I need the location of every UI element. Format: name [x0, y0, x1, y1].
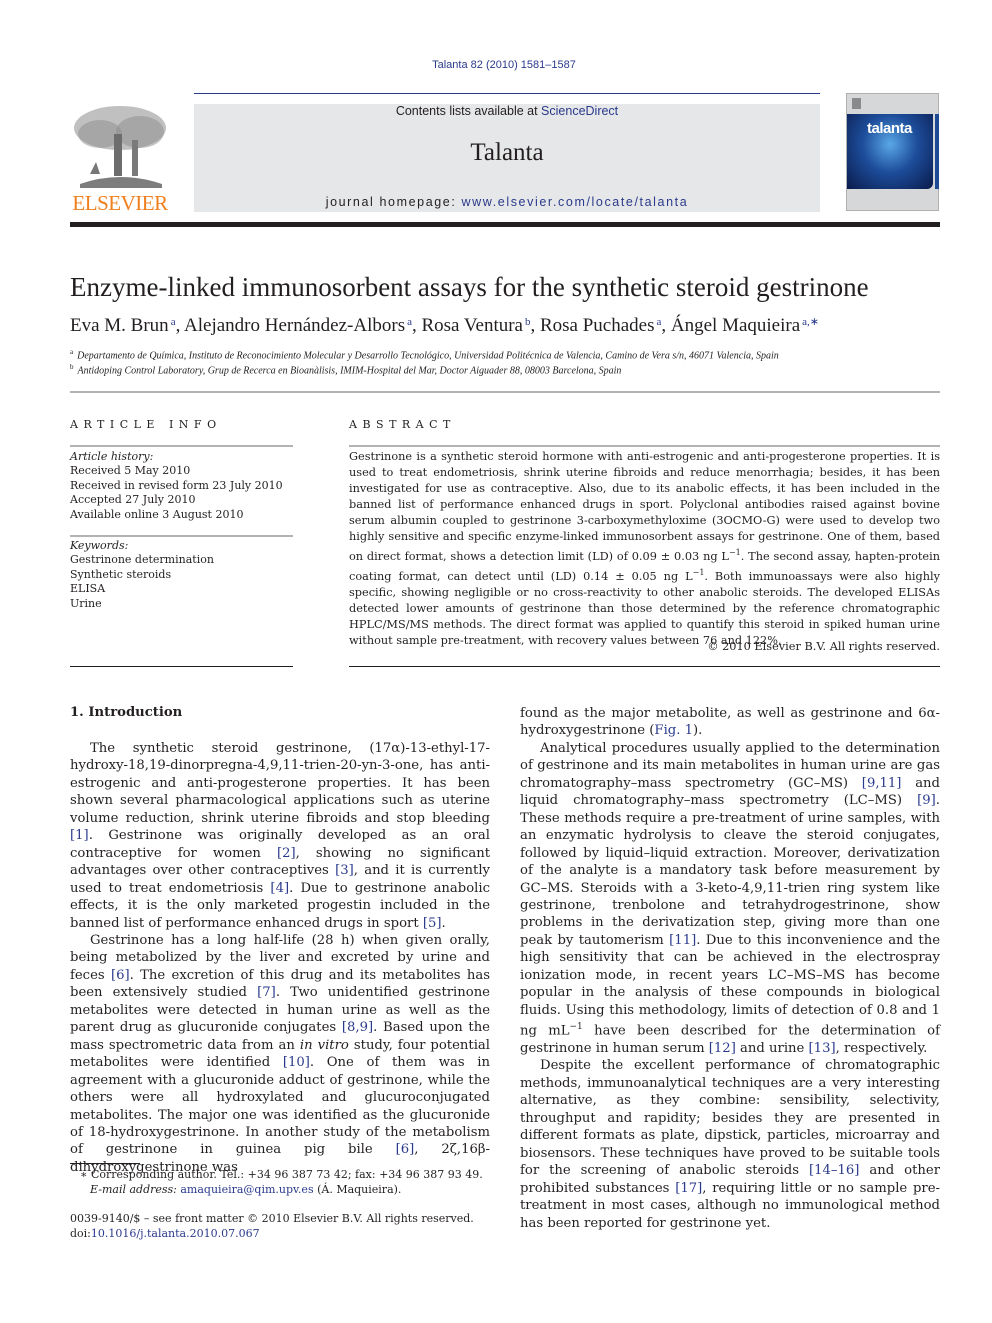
affiliation-text: Antidoping Control Laboratory, Grup de R… [77, 365, 622, 377]
homepage-prefix: journal homepage: [325, 195, 462, 209]
article-info-heading: ARTICLE INFO [70, 418, 222, 431]
homepage-line: journal homepage: www.elsevier.com/locat… [194, 195, 820, 209]
abstract-part: Gestrinone is a synthetic steroid hormon… [349, 450, 940, 564]
cover-title: talanta [867, 120, 912, 137]
citation-link[interactable]: [8,9] [342, 1020, 373, 1035]
affiliation-key: a [70, 348, 74, 356]
doi-link[interactable]: 10.1016/j.talanta.2010.07.067 [91, 1227, 260, 1240]
citation-link[interactable]: [4] [270, 881, 289, 896]
paragraph: Analytical procedures usually applied to… [520, 740, 940, 1056]
abstract-text: Gestrinone is a synthetic steroid hormon… [349, 449, 940, 649]
contents-prefix: Contents lists available at [395, 104, 542, 118]
journal-name: Talanta [470, 139, 544, 166]
doi-prefix: doi: [70, 1227, 91, 1240]
italic-text: in vitro [299, 1037, 349, 1053]
body-column-right: found as the major metabolite, as well a… [520, 705, 940, 1232]
affiliation-key: b [70, 363, 74, 371]
email-line: E-mail address: amaquieira@qim.upv.es (Á… [80, 1183, 483, 1198]
cover-strip [935, 114, 939, 189]
abstract-heading: ABSTRACT [349, 418, 456, 431]
history-accepted: Accepted 27 July 2010 [70, 493, 196, 507]
contents-line: Contents lists available at ScienceDirec… [194, 104, 820, 118]
author-name[interactable]: Ángel Maquieira [671, 315, 800, 336]
affiliation-a: a Departamento de Química, Instituto de R… [70, 348, 779, 361]
unit-superscript: −1 [728, 548, 741, 558]
author-name[interactable]: Alejandro Hernández-Albors [184, 315, 405, 336]
affiliation-b: b Antidoping Control Laboratory, Grup de … [70, 363, 621, 376]
section-divider [70, 391, 940, 393]
citation-link[interactable]: [9,11] [862, 776, 902, 791]
elsevier-logo[interactable]: ELSEVIER [70, 104, 170, 216]
footnote-rule [70, 1163, 140, 1164]
journal-reference-link[interactable]: Talanta 82 (2010) 1581–1587 [0, 59, 992, 71]
citation-link[interactable]: [7] [257, 985, 276, 1000]
cover-badge-icon [852, 98, 861, 109]
corresponding-author-text: ∗ Corresponding author. Tel.: +34 96 387… [80, 1168, 483, 1181]
paragraph: The synthetic steroid gestrinone, (17α)-… [70, 741, 490, 931]
history-online: Available online 3 August 2010 [70, 507, 244, 521]
article-info-rule [70, 445, 293, 447]
article-info-end-rule [70, 666, 293, 667]
author-affiliation-marker[interactable]: a,∗ [802, 316, 819, 328]
citation-link[interactable]: [3] [335, 863, 354, 878]
citation-link[interactable]: [17] [675, 1181, 702, 1196]
citation-link[interactable]: [2] [277, 846, 296, 861]
article-history: Article history: Received 5 May 2010 Rec… [70, 450, 293, 522]
masthead-divider [70, 222, 940, 227]
email-link[interactable]: amaquieira@qim.upv.es [180, 1183, 313, 1196]
body-column-left: The synthetic steroid gestrinone, (17α)-… [70, 740, 490, 1176]
abstract-end-rule [349, 666, 940, 667]
history-revised: Received in revised form 23 July 2010 [70, 478, 283, 492]
keywords: Keywords: Gestrinone determination Synth… [70, 539, 293, 611]
corresponding-author-note: ∗ Corresponding author. Tel.: +34 96 387… [70, 1168, 483, 1197]
citation-link[interactable]: [1] [70, 828, 89, 843]
keyword-item: Gestrinone determination [70, 553, 214, 567]
email-label: E-mail address: [90, 1182, 181, 1196]
abstract-rule [349, 445, 940, 447]
elsevier-wordmark: ELSEVIER [72, 191, 168, 215]
paragraph: Despite the excellent performance of chr… [520, 1058, 940, 1231]
citation-link[interactable]: [14–16] [809, 1163, 859, 1178]
keyword-item: Synthetic steroids [70, 567, 172, 581]
journal-masthead: Contents lists available at ScienceDirec… [194, 104, 820, 212]
paragraph: Gestrinone has a long half-life (28 h) w… [70, 932, 491, 1175]
citation-link[interactable]: [5] [423, 916, 442, 931]
keywords-rule [70, 535, 293, 537]
superscript: −1 [569, 1022, 583, 1033]
sciencedirect-link[interactable]: ScienceDirect [541, 104, 618, 118]
article-title: Enzyme-linked immunosorbent assays for t… [70, 272, 869, 302]
citation-link[interactable]: Fig. 1 [654, 723, 693, 738]
introduction-heading: 1. Introduction [70, 705, 183, 720]
unit-superscript: −1 [692, 568, 705, 578]
issn-line: 0039-9140/$ – see front matter © 2010 El… [70, 1212, 474, 1225]
citation-link[interactable]: [11] [669, 933, 696, 948]
header-rule [194, 93, 820, 94]
article-history-label: Article history: [70, 450, 154, 463]
paragraph-continued: found as the major metabolite, as well a… [520, 706, 940, 739]
elsevier-tree-icon [74, 106, 166, 188]
author-separator: , [661, 315, 671, 336]
author-name[interactable]: Rosa Ventura [421, 315, 523, 336]
history-received: Received 5 May 2010 [70, 464, 191, 478]
citation-link[interactable]: [6] [111, 968, 130, 983]
author-name[interactable]: Rosa Puchades [540, 315, 655, 336]
keywords-label: Keywords: [70, 539, 129, 552]
citation-link[interactable]: [6] [396, 1142, 415, 1157]
doi-line: doi:10.1016/j.talanta.2010.07.067 [70, 1227, 260, 1242]
abstract-copyright: © 2010 Elsevier B.V. All rights reserved… [707, 640, 940, 653]
author-name[interactable]: Eva M. Brun [70, 315, 169, 336]
citation-link[interactable]: [10] [283, 1055, 310, 1070]
affiliation-text: Departamento de Química, Instituto de Re… [77, 350, 779, 362]
author-separator: , [530, 315, 540, 336]
citation-link[interactable]: [9] [917, 793, 936, 808]
journal-cover-thumbnail[interactable]: talanta [846, 93, 939, 211]
citation-link[interactable]: [13] [809, 1041, 836, 1056]
homepage-link[interactable]: www.elsevier.com/locate/talanta [462, 195, 689, 209]
keyword-item: Urine [70, 596, 102, 610]
author-list: Eva M. Brun a, Alejandro Hernández-Albors… [70, 315, 819, 337]
keyword-item: ELISA [70, 582, 106, 596]
citation-link[interactable]: [12] [709, 1041, 736, 1056]
email-suffix: (Á. Maquieira). [313, 1182, 402, 1196]
author-separator: , [175, 315, 185, 336]
